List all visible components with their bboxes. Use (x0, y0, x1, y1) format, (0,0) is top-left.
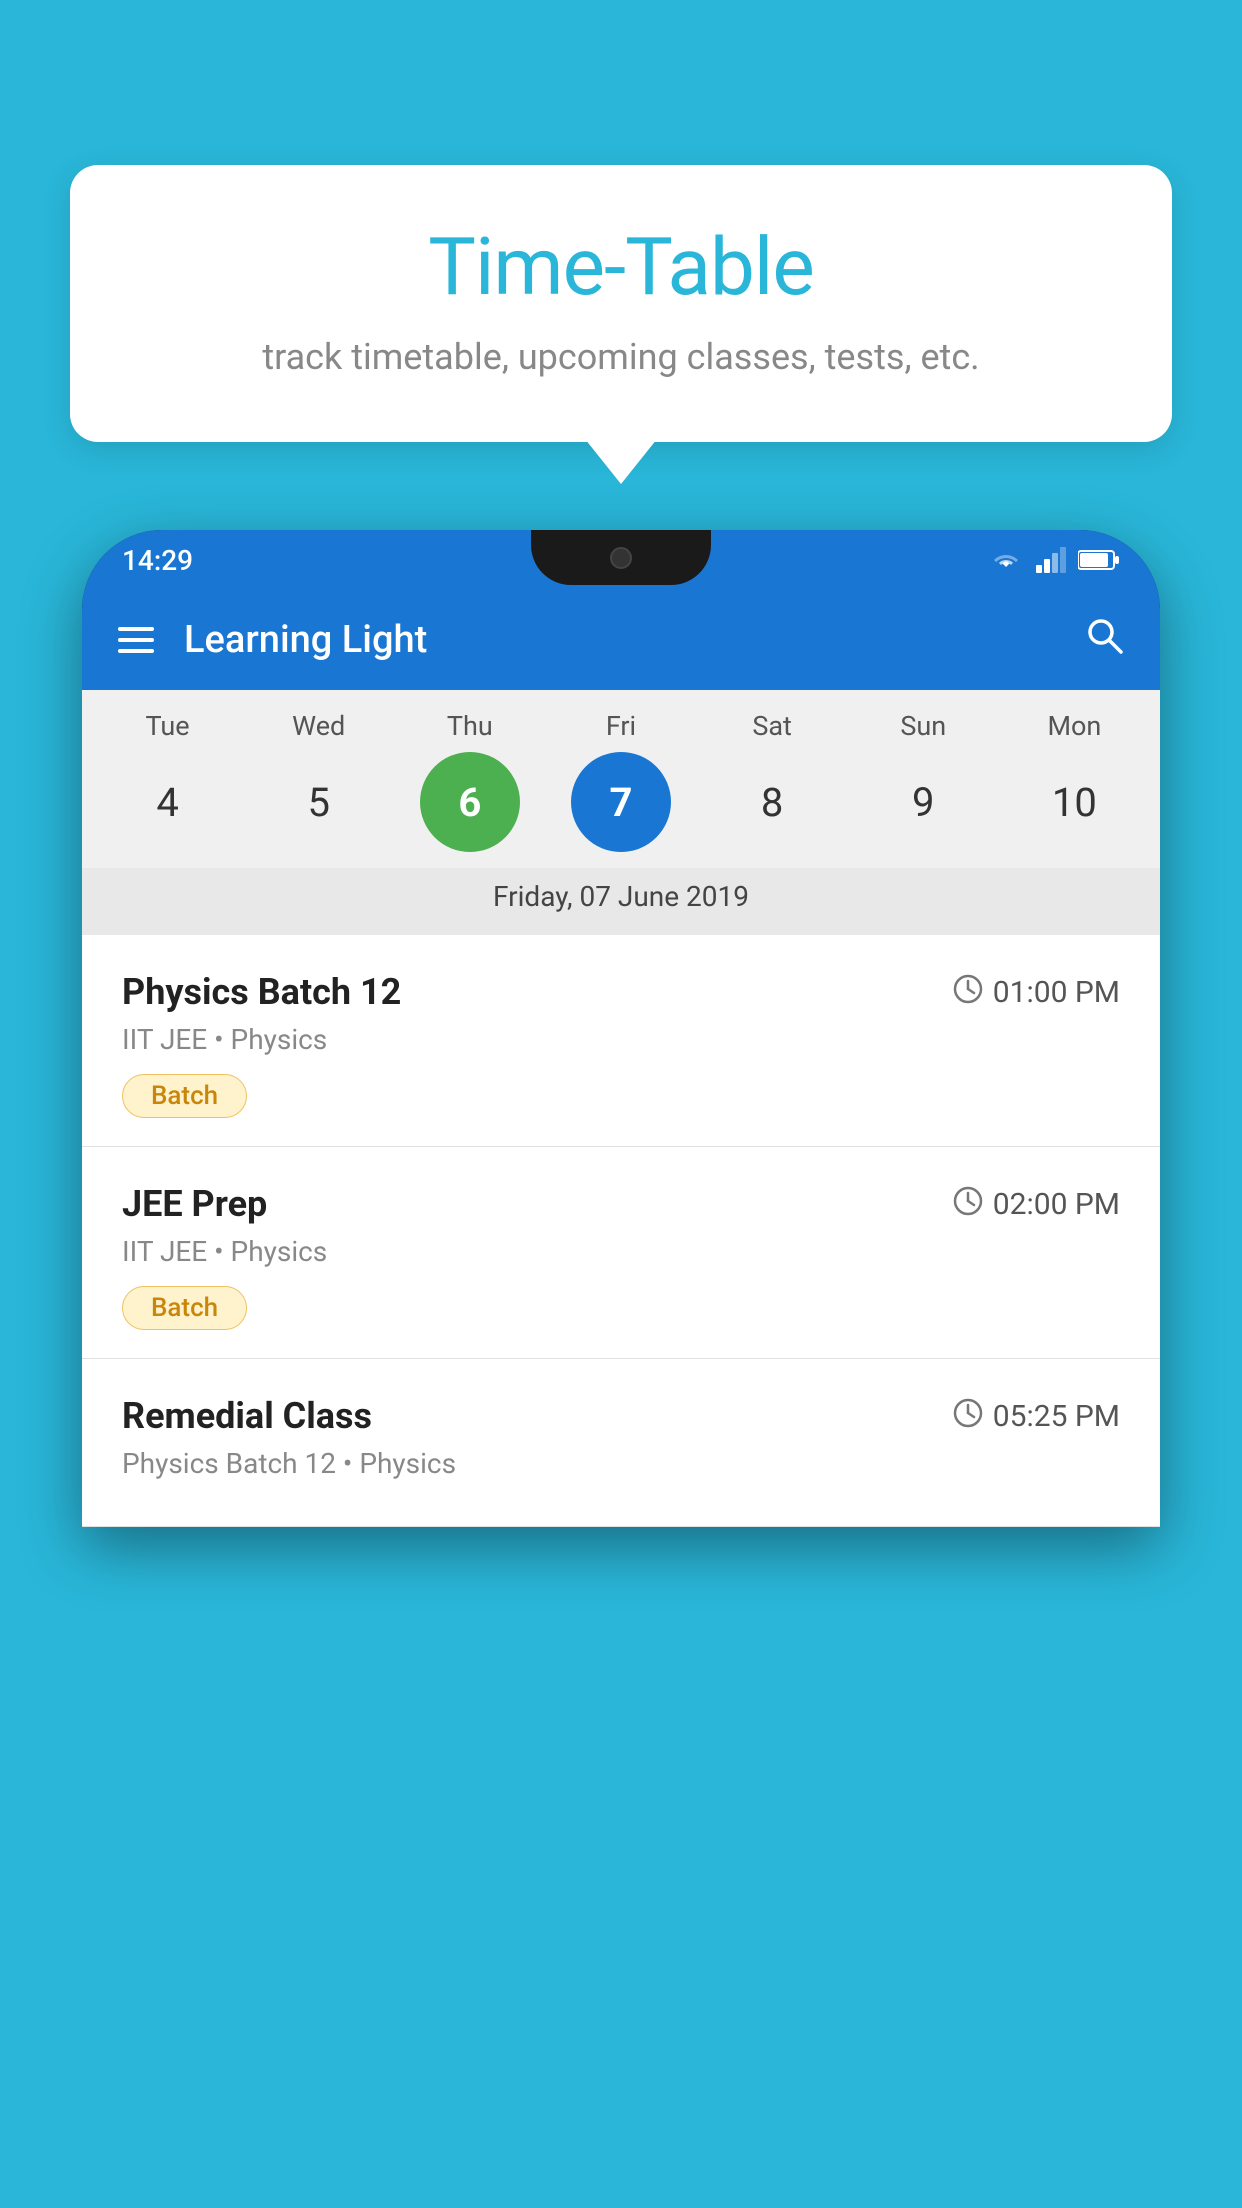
signal-icon (1036, 547, 1066, 573)
schedule-list: Physics Batch 12 01:00 PM (82, 935, 1160, 1527)
day-tue: Tue (118, 710, 218, 742)
schedule-item-2-subtitle: IIT JEE • Physics (122, 1235, 1120, 1268)
date-4[interactable]: 4 (118, 752, 218, 852)
date-10[interactable]: 10 (1024, 752, 1124, 852)
app-bar-title: Learning Light (184, 618, 1054, 662)
schedule-item-2-time: 02:00 PM (953, 1186, 1120, 1223)
screen-content: Tue Wed Thu Fri Sat Sun Mon 4 5 6 7 8 9 … (82, 690, 1160, 1527)
day-thu: Thu (420, 710, 520, 742)
batch-badge-2: Batch (122, 1286, 247, 1330)
front-camera (610, 547, 632, 569)
schedule-item-2[interactable]: JEE Prep 02:00 PM (82, 1147, 1160, 1359)
schedule-item-2-header: JEE Prep 02:00 PM (122, 1183, 1120, 1225)
schedule-item-3-time: 05:25 PM (953, 1398, 1120, 1435)
schedule-item-2-title: JEE Prep (122, 1183, 267, 1225)
battery-icon (1078, 549, 1120, 571)
schedule-item-3[interactable]: Remedial Class 05:25 PM (82, 1359, 1160, 1527)
days-numbers: 4 5 6 7 8 9 10 (82, 752, 1160, 852)
phone-container: 14:29 (82, 530, 1160, 2208)
date-9[interactable]: 9 (873, 752, 973, 852)
calendar-strip: Tue Wed Thu Fri Sat Sun Mon 4 5 6 7 8 9 … (82, 690, 1160, 935)
schedule-item-1-time-text: 01:00 PM (993, 975, 1120, 1010)
date-8[interactable]: 8 (722, 752, 822, 852)
clock-icon-1 (953, 974, 983, 1011)
clock-icon-2 (953, 1186, 983, 1223)
date-5[interactable]: 5 (269, 752, 369, 852)
clock-icon-3 (953, 1398, 983, 1435)
schedule-item-2-time-text: 02:00 PM (993, 1187, 1120, 1222)
schedule-item-1-title: Physics Batch 12 (122, 971, 401, 1013)
days-header: Tue Wed Thu Fri Sat Sun Mon (82, 710, 1160, 742)
date-6-today[interactable]: 6 (420, 752, 520, 852)
day-mon: Mon (1024, 710, 1124, 742)
status-time: 14:29 (122, 544, 193, 577)
day-sat: Sat (722, 710, 822, 742)
wifi-icon (988, 547, 1024, 573)
phone-frame: 14:29 (82, 530, 1160, 1527)
schedule-item-1-time: 01:00 PM (953, 974, 1120, 1011)
day-wed: Wed (269, 710, 369, 742)
selected-date-label: Friday, 07 June 2019 (82, 868, 1160, 935)
app-bar: Learning Light (82, 590, 1160, 690)
tooltip-subtitle: track timetable, upcoming classes, tests… (130, 332, 1112, 382)
schedule-item-1[interactable]: Physics Batch 12 01:00 PM (82, 935, 1160, 1147)
hamburger-menu-button[interactable] (118, 627, 154, 653)
tooltip-card: Time-Table track timetable, upcoming cla… (70, 165, 1172, 442)
tooltip-title: Time-Table (130, 220, 1112, 314)
schedule-item-1-subtitle: IIT JEE • Physics (122, 1023, 1120, 1056)
schedule-item-3-header: Remedial Class 05:25 PM (122, 1395, 1120, 1437)
search-button[interactable] (1084, 615, 1124, 665)
schedule-item-3-time-text: 05:25 PM (993, 1399, 1120, 1434)
phone-notch (531, 530, 711, 585)
day-sun: Sun (873, 710, 973, 742)
schedule-item-3-title: Remedial Class (122, 1395, 372, 1437)
day-fri: Fri (571, 710, 671, 742)
schedule-item-1-header: Physics Batch 12 01:00 PM (122, 971, 1120, 1013)
status-icons (988, 547, 1120, 573)
batch-badge-1: Batch (122, 1074, 247, 1118)
date-7-selected[interactable]: 7 (571, 752, 671, 852)
schedule-item-3-subtitle: Physics Batch 12 • Physics (122, 1447, 1120, 1480)
